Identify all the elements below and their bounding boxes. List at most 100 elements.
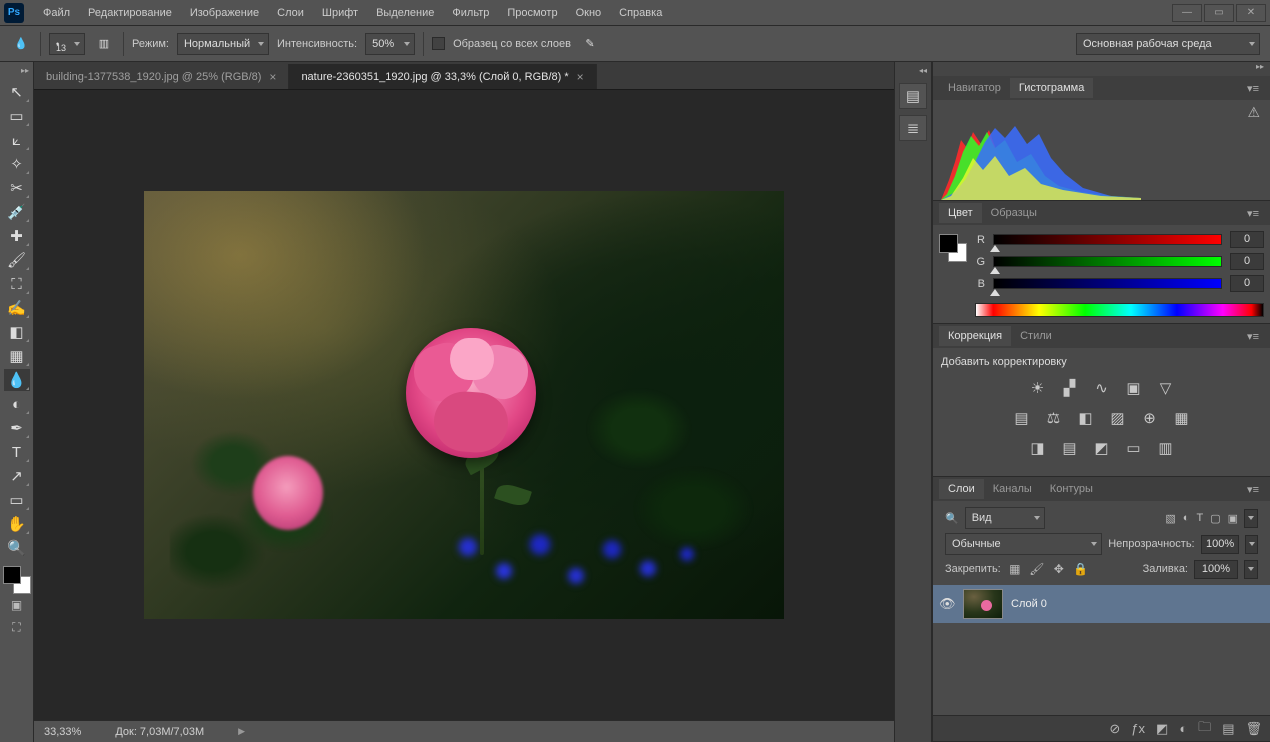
menu-file[interactable]: Файл [34,2,79,24]
lock-position-icon[interactable]: ✥ [1051,561,1067,577]
toolbox-expand[interactable]: ▸▸ [21,66,29,80]
brightness-icon[interactable]: ☀ [1027,378,1049,398]
foreground-swatch[interactable] [3,566,21,584]
tool-eyedropper[interactable]: 💉 [4,201,30,223]
tool-brush[interactable]: 🖌 [4,249,30,271]
tab-channels[interactable]: Каналы [984,479,1041,499]
sample-all-checkbox[interactable] [432,37,445,50]
tab-paths[interactable]: Контуры [1041,479,1102,499]
spectrum-ramp[interactable] [975,303,1264,317]
tool-eraser[interactable]: ◧ [4,321,30,343]
new-fill-icon[interactable]: ◐ [1179,721,1187,736]
balance-icon[interactable]: ⚖ [1043,408,1065,428]
mixer-icon[interactable]: ⊕ [1139,408,1161,428]
panel-menu-icon[interactable]: ▾≡ [1242,481,1264,498]
canvas[interactable] [34,90,894,720]
tab-styles[interactable]: Стили [1011,326,1061,346]
new-layer-icon[interactable]: ▤ [1222,721,1234,737]
tool-dodge[interactable]: ◐ [4,393,30,415]
history-panel-icon[interactable]: ▤ [899,83,927,109]
document-tab[interactable]: nature-2360351_1920.jpg @ 33,3% (Слой 0,… [289,64,596,89]
status-flyout[interactable]: ▶ [238,726,245,737]
tool-hand[interactable]: ✋ [4,513,30,535]
delete-layer-icon[interactable]: 🗑 [1245,721,1262,737]
tab-navigator[interactable]: Навигатор [939,78,1010,98]
tool-history-brush[interactable]: ✍ [4,297,30,319]
menu-filter[interactable]: Фильтр [443,2,498,24]
tab-layers[interactable]: Слои [939,479,984,499]
opacity-dropdown[interactable] [1245,535,1258,554]
layer-mask-icon[interactable]: ◩ [1156,721,1168,737]
menu-layer[interactable]: Слои [268,2,313,24]
document-tab[interactable]: building-1377538_1920.jpg @ 25% (RGB/8) … [34,64,289,89]
hue-icon[interactable]: ▤ [1011,408,1033,428]
lock-transparent-icon[interactable]: ▦ [1007,561,1023,577]
curves-icon[interactable]: ∿ [1091,378,1113,398]
screenmode-toggle[interactable]: ⛶ [4,618,30,636]
tab-close-icon[interactable]: × [269,70,276,84]
filter-adjust-icon[interactable]: ◐ [1183,512,1190,525]
vibrance-icon[interactable]: ▽ [1155,378,1177,398]
gradmap-icon[interactable]: ▭ [1123,438,1145,458]
levels-icon[interactable]: ▞ [1059,378,1081,398]
invert-icon[interactable]: ◨ [1027,438,1049,458]
fill-dropdown[interactable] [1244,560,1258,579]
brush-panel-toggle[interactable]: ▥ [93,33,115,55]
green-value[interactable]: 0 [1230,253,1264,270]
link-layers-icon[interactable]: ⊘ [1109,721,1120,737]
tool-stamp[interactable]: ⛶ [4,273,30,295]
panel-menu-icon[interactable]: ▾≡ [1242,80,1264,97]
new-group-icon[interactable]: 🗀 [1198,718,1211,740]
strength-select[interactable]: 50% [365,33,415,55]
color-well[interactable] [939,234,967,262]
fill-value[interactable]: 100% [1194,560,1238,579]
lookup-icon[interactable]: ▦ [1171,408,1193,428]
filter-pixel-icon[interactable]: ▧ [1165,512,1175,525]
maximize-button[interactable]: ▭ [1204,4,1234,22]
tool-wand[interactable]: ✧ [4,153,30,175]
doc-size[interactable]: Док: 7,03M/7,03M [115,726,204,738]
blend-mode-select[interactable]: Нормальный [177,33,269,55]
tab-adjustments[interactable]: Коррекция [939,326,1011,346]
tool-zoom[interactable]: 🔍 [4,537,30,559]
tab-swatches[interactable]: Образцы [982,203,1046,223]
tab-color[interactable]: Цвет [939,203,982,223]
tool-crop[interactable]: ✂ [4,177,30,199]
panels-collapse[interactable]: ▸▸ [1256,62,1264,76]
posterize-icon[interactable]: ▤ [1059,438,1081,458]
layer-name[interactable]: Слой 0 [1011,598,1047,610]
layer-filter-kind[interactable]: Вид [965,507,1045,529]
blue-value[interactable]: 0 [1230,275,1264,292]
threshold-icon[interactable]: ◩ [1091,438,1113,458]
panel-menu-icon[interactable]: ▾≡ [1242,328,1264,345]
bw-icon[interactable]: ◧ [1075,408,1097,428]
layer-style-icon[interactable]: ƒx [1131,721,1145,736]
panel-menu-icon[interactable]: ▾≡ [1242,205,1264,222]
color-swatches[interactable] [3,566,31,594]
menu-select[interactable]: Выделение [367,2,443,24]
tool-shape[interactable]: ▭ [4,489,30,511]
menu-view[interactable]: Просмотр [498,2,566,24]
tool-pen[interactable]: ✒ [4,417,30,439]
quickmask-toggle[interactable]: ▣ [4,596,30,614]
layer-thumbnail[interactable] [963,589,1003,619]
workspace-select[interactable]: Основная рабочая среда [1076,33,1260,55]
visibility-icon[interactable]: 👁 [939,596,955,612]
warning-icon[interactable]: ⚠ [1247,104,1260,121]
menu-edit[interactable]: Редактирование [79,2,181,24]
blend-mode[interactable]: Обычные [945,533,1102,555]
exposure-icon[interactable]: ▣ [1123,378,1145,398]
photofilter-icon[interactable]: ▨ [1107,408,1129,428]
tool-marquee[interactable]: ▭ [4,105,30,127]
red-value[interactable]: 0 [1230,231,1264,248]
tool-move[interactable]: ↖ [4,81,30,103]
tab-histogram[interactable]: Гистограмма [1010,78,1094,98]
tab-close-icon[interactable]: × [577,70,584,84]
red-slider[interactable] [993,234,1222,245]
filter-shape-icon[interactable]: ▢ [1210,512,1220,525]
tool-path-select[interactable]: ↗ [4,465,30,487]
tool-gradient[interactable]: ▦ [4,345,30,367]
menu-window[interactable]: Окно [567,2,611,24]
blur-tool-icon[interactable]: 💧 [10,33,32,55]
tool-lasso[interactable]: ⟀ [4,129,30,151]
